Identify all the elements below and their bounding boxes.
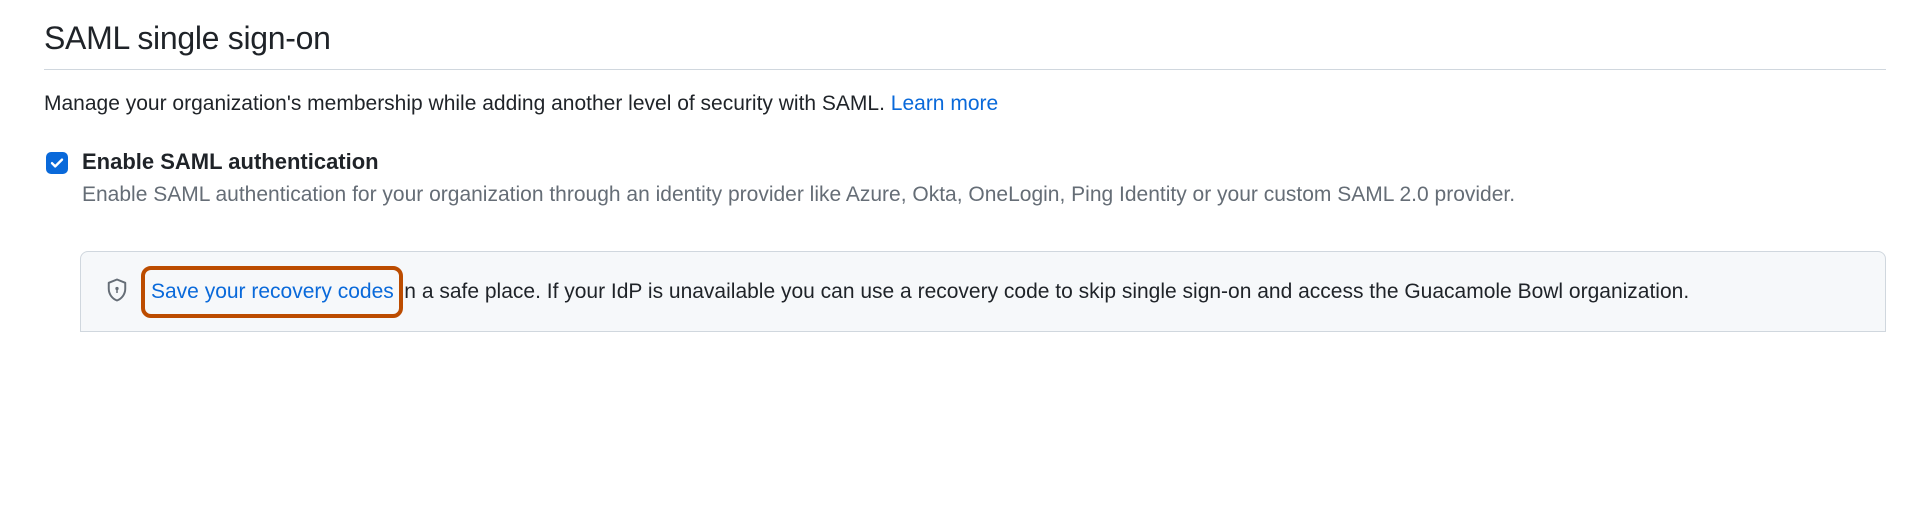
enable-saml-description: Enable SAML authentication for your orga… [82, 180, 1515, 210]
enable-saml-label: Enable SAML authentication [82, 148, 1515, 177]
save-recovery-codes-link[interactable]: Save your recovery codes [151, 280, 394, 303]
shield-icon [105, 278, 129, 307]
recovery-codes-text: Save your recovery codes in a safe place… [151, 276, 1689, 308]
page-title: SAML single sign-on [44, 20, 1886, 70]
recovery-codes-callout: Save your recovery codes in a safe place… [80, 251, 1886, 333]
recovery-codes-rest: in a safe place. If your IdP is unavaila… [400, 280, 1690, 303]
enable-saml-block: Enable SAML authentication Enable SAML a… [44, 148, 1886, 211]
enable-saml-checkbox[interactable] [46, 152, 68, 174]
intro-text: Manage your organization's membership wh… [44, 88, 1886, 120]
check-icon [49, 155, 65, 171]
learn-more-link[interactable]: Learn more [891, 92, 998, 115]
intro-text-content: Manage your organization's membership wh… [44, 92, 891, 115]
